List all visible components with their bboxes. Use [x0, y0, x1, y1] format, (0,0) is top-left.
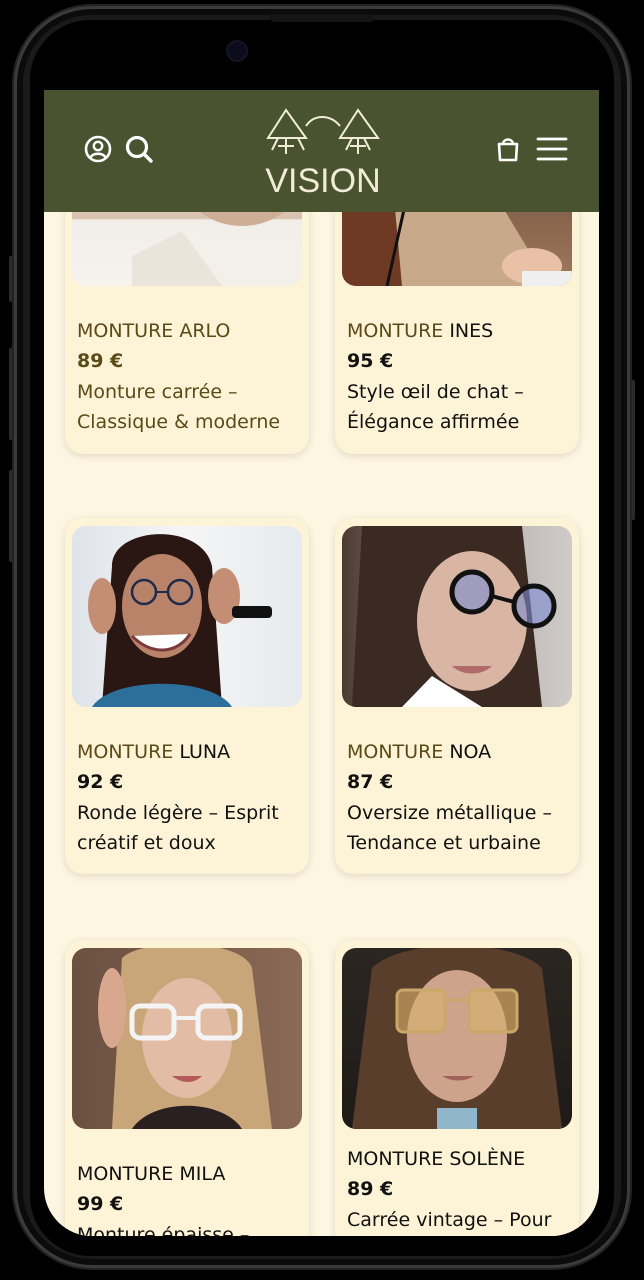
product-card-mila[interactable]: MONTURE MILA 99 € Monture épaisse – — [65, 940, 309, 1236]
product-title: SOLÈNE — [449, 1148, 526, 1170]
product-title: MILA — [179, 1163, 226, 1185]
product-description: Monture carrée – Classique & moderne — [77, 377, 307, 437]
product-description: Ronde légère – Esprit créatif et doux — [77, 798, 307, 858]
product-title: NOA — [449, 741, 492, 763]
product-price: 95 € — [347, 350, 394, 372]
description-line-1: Style œil de chat – — [347, 381, 524, 403]
brand-logo[interactable]: VISION — [264, 106, 382, 200]
tree-glasses-icon — [266, 108, 380, 154]
product-name: MONTURE NOA — [347, 741, 491, 763]
product-price: 92 € — [77, 771, 124, 793]
product-name: MONTURE INES — [347, 320, 493, 342]
product-prefix: MONTURE — [347, 320, 444, 342]
bag-icon[interactable] — [493, 134, 523, 164]
product-prefix: MONTURE — [347, 741, 444, 763]
product-photo — [72, 526, 302, 707]
app-screen: VISION MONTURE ARLO 89 € Monture carrée … — [44, 90, 599, 1236]
speaker-grill — [270, 14, 374, 22]
description-line-2: Élégance affirmée — [347, 411, 520, 433]
menu-icon[interactable] — [536, 134, 568, 164]
description-line-1: Oversize métallique – — [347, 802, 553, 824]
product-prefix: MONTURE — [77, 741, 174, 763]
product-prefix: MONTURE — [77, 1163, 174, 1185]
product-photo — [72, 948, 302, 1129]
product-description: Style œil de chat – Élégance affirmée — [347, 377, 577, 437]
description-line-2: créatif et doux — [77, 832, 216, 854]
product-title: INES — [449, 320, 494, 342]
description-line-1: Monture carrée – — [77, 381, 238, 403]
product-card-luna[interactable]: MONTURE LUNA 92 € Ronde légère – Esprit … — [65, 518, 309, 874]
product-price: 99 € — [77, 1193, 124, 1215]
search-icon[interactable] — [124, 134, 154, 164]
product-price: 89 € — [77, 350, 124, 372]
product-photo — [342, 526, 572, 707]
product-title: LUNA — [179, 741, 231, 763]
user-icon[interactable] — [83, 134, 113, 164]
product-description: Carrée vintage – Pour — [347, 1205, 577, 1235]
app-header: VISION — [44, 90, 599, 212]
product-card-noa[interactable]: MONTURE NOA 87 € Oversize métallique – T… — [335, 518, 579, 874]
product-description: Monture épaisse – — [77, 1220, 307, 1236]
description-line-1: Carrée vintage – Pour — [347, 1209, 552, 1231]
description-line-2: Classique & moderne — [77, 411, 281, 433]
product-title: ARLO — [179, 320, 231, 342]
front-camera — [226, 40, 248, 62]
product-prefix: MONTURE — [347, 1148, 444, 1170]
product-price: 89 € — [347, 1178, 394, 1200]
product-name: MONTURE MILA — [77, 1163, 225, 1185]
product-name: MONTURE LUNA — [77, 741, 230, 763]
description-line-2: Tendance et urbaine — [347, 832, 541, 854]
product-price: 87 € — [347, 771, 394, 793]
product-description: Oversize métallique – Tendance et urbain… — [347, 798, 577, 858]
product-name: MONTURE ARLO — [77, 320, 230, 342]
product-photo — [342, 948, 572, 1129]
product-card-solene[interactable]: MONTURE SOLÈNE 89 € Carrée vintage – Pou… — [335, 940, 579, 1236]
product-name: MONTURE SOLÈNE — [347, 1148, 525, 1170]
description-line-1: Monture épaisse – — [77, 1224, 250, 1236]
description-line-1: Ronde légère – Esprit — [77, 802, 279, 824]
product-prefix: MONTURE — [77, 320, 174, 342]
brand-name: VISION — [265, 162, 381, 200]
